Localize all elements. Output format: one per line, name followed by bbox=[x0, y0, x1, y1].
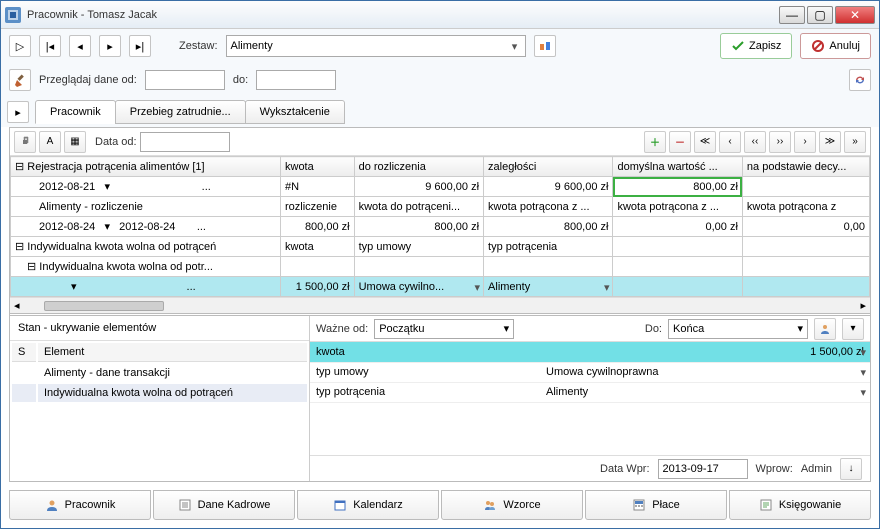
a-icon[interactable]: A bbox=[39, 131, 61, 153]
wprow-value: Admin bbox=[801, 463, 832, 475]
page-end-icon[interactable]: » bbox=[844, 131, 866, 153]
prop-row[interactable]: kwota 1 500,00 zł▾ bbox=[310, 342, 870, 362]
btab-danekadrowe[interactable]: Dane Kadrowe bbox=[153, 490, 295, 520]
dropdown-icon: ▾ bbox=[507, 40, 523, 53]
user-icon[interactable] bbox=[814, 318, 836, 340]
page-last-icon[interactable]: ≫ bbox=[819, 131, 841, 153]
page-next2-icon[interactable]: ›› bbox=[769, 131, 791, 153]
data-grid[interactable]: ⊟ Rejestracja potrącenia alimentów [1] k… bbox=[10, 156, 870, 297]
nav-first-icon[interactable]: |◂ bbox=[39, 35, 61, 57]
zestaw-label: Zestaw: bbox=[179, 40, 218, 52]
btab-kalendarz[interactable]: Kalendarz bbox=[297, 490, 439, 520]
arrow-down-icon[interactable]: ▾ bbox=[842, 318, 864, 340]
left-header: Stan - ukrywanie elementów bbox=[10, 316, 309, 341]
tab-scroll-icon[interactable]: ▸ bbox=[7, 101, 29, 123]
left-pane: Stan - ukrywanie elementów SElement Alim… bbox=[10, 316, 310, 481]
page-next-icon[interactable]: › bbox=[794, 131, 816, 153]
refresh-icon[interactable] bbox=[849, 69, 871, 91]
wprow-label: Wprow: bbox=[756, 463, 793, 475]
col-rozliczenia[interactable]: do rozliczenia bbox=[354, 157, 483, 177]
validity-bar: Ważne od: Początku▾ Do: Końca▾ ▾ bbox=[310, 316, 870, 342]
data-od-input[interactable] bbox=[140, 132, 230, 152]
details-pane: Stan - ukrywanie elementów SElement Alim… bbox=[10, 313, 870, 481]
app-icon bbox=[5, 7, 21, 23]
browse-to-label: do: bbox=[233, 74, 248, 86]
date-from-input[interactable] bbox=[145, 70, 225, 90]
remove-icon[interactable]: － bbox=[669, 131, 691, 153]
col-tree: ⊟ Rejestracja potrącenia alimentów [1] bbox=[11, 157, 281, 177]
edit-icon[interactable] bbox=[9, 69, 31, 91]
page-prev2-icon[interactable]: ‹‹ bbox=[744, 131, 766, 153]
titlebar: Pracownik - Tomasz Jacak — ▢ ✕ bbox=[1, 1, 879, 29]
element-list[interactable]: SElement Alimenty - dane transakcji Indy… bbox=[10, 341, 309, 404]
table-row[interactable]: Alimenty - rozliczenie rozliczenie kwota… bbox=[11, 197, 870, 217]
do-label: Do: bbox=[645, 323, 662, 335]
table-row[interactable]: 2012-08-21 ▾ ... #N 9 600,00 zł 9 600,00… bbox=[11, 177, 870, 197]
property-table: kwota 1 500,00 zł▾ typ umowy Umowa cywil… bbox=[310, 342, 870, 403]
prop-row[interactable]: typ potrącenia Alimenty▾ bbox=[310, 382, 870, 402]
save-button[interactable]: Zapisz bbox=[720, 33, 792, 59]
table-row[interactable]: ⊟ Indywidualna kwota wolna od potr... bbox=[11, 257, 870, 277]
table-row[interactable]: 2012-08-24 ▾ 2012-08-24 ... 800,00 zł 80… bbox=[11, 217, 870, 237]
maximize-button[interactable]: ▢ bbox=[807, 6, 833, 24]
zestaw-edit-icon[interactable] bbox=[534, 35, 556, 57]
date-to-input[interactable] bbox=[256, 70, 336, 90]
list-item[interactable]: Indywidualna kwota wolna od potrąceń bbox=[12, 384, 307, 402]
window: Pracownik - Tomasz Jacak — ▢ ✕ ▷ |◂ ◂ ▸ … bbox=[0, 0, 880, 529]
tab-przebieg[interactable]: Przebieg zatrudnie... bbox=[115, 100, 246, 124]
zestaw-select[interactable]: Alimenty ▾ bbox=[226, 35, 526, 57]
browse-label: Przeglądaj dane od: bbox=[39, 74, 137, 86]
nav-prev-icon[interactable]: ◂ bbox=[69, 35, 91, 57]
btab-wzorce[interactable]: Wzorce bbox=[441, 490, 583, 520]
do-select[interactable]: Końca▾ bbox=[668, 319, 808, 339]
nav-next-icon[interactable]: ▸ bbox=[99, 35, 121, 57]
data-od-label: Data od: bbox=[95, 136, 137, 148]
btab-ksiegowanie[interactable]: Księgowanie bbox=[729, 490, 871, 520]
zestaw-value: Alimenty bbox=[231, 40, 273, 52]
col-domyslna[interactable]: domyślna wartość ... bbox=[613, 157, 742, 177]
prop-row[interactable]: typ umowy Umowa cywilnoprawna▾ bbox=[310, 362, 870, 382]
btab-pracownik[interactable]: Pracownik bbox=[9, 490, 151, 520]
grid-icon[interactable]: ▦ bbox=[64, 131, 86, 153]
col-zaleglosci[interactable]: zaległości bbox=[484, 157, 613, 177]
minimize-button[interactable]: — bbox=[779, 6, 805, 24]
window-buttons: — ▢ ✕ bbox=[779, 6, 875, 24]
nav-last-icon[interactable]: ▸| bbox=[129, 35, 151, 57]
toolbar-2: Przeglądaj dane od: do: bbox=[1, 63, 879, 97]
toolbar-1: ▷ |◂ ◂ ▸ ▸| Zestaw: Alimenty ▾ Zapisz An… bbox=[1, 29, 879, 63]
table-row-selected[interactable]: ▾ ... 1 500,00 zł Umowa cywilno... Alime… bbox=[11, 277, 870, 297]
close-button[interactable]: ✕ bbox=[835, 6, 875, 24]
data-wpr-label: Data Wpr: bbox=[600, 463, 650, 475]
tab-wyksztalcenie[interactable]: Wykształcenie bbox=[245, 100, 345, 124]
mini-toolbar: A ▦ Data od: ＋ － ≪ ‹ ‹‹ ›› › ≫ » bbox=[10, 128, 870, 156]
tab-pracownik[interactable]: Pracownik bbox=[35, 100, 116, 124]
data-wpr-input[interactable] bbox=[658, 459, 748, 479]
down-arrow-icon[interactable]: ↓ bbox=[840, 458, 862, 480]
add-icon[interactable]: ＋ bbox=[644, 131, 666, 153]
wazne-od-select[interactable]: Początku▾ bbox=[374, 319, 514, 339]
col-kwota[interactable]: kwota bbox=[281, 157, 355, 177]
cancel-button[interactable]: Anuluj bbox=[800, 33, 871, 59]
horizontal-scrollbar[interactable]: ◂▸ bbox=[10, 297, 870, 313]
window-title: Pracownik - Tomasz Jacak bbox=[27, 9, 779, 21]
wazne-od-label: Ważne od: bbox=[316, 323, 368, 335]
footer: Data Wpr: Wprow: Admin ↓ bbox=[310, 455, 870, 481]
table-row[interactable]: ⊟ Indywidualna kwota wolna od potrąceń k… bbox=[11, 237, 870, 257]
btab-place[interactable]: Płace bbox=[585, 490, 727, 520]
nav-play-icon[interactable]: ▷ bbox=[9, 35, 31, 57]
main-tabs: ▸ Pracownik Przebieg zatrudnie... Wykszt… bbox=[1, 97, 879, 127]
bottom-tabs: Pracownik Dane Kadrowe Kalendarz Wzorce … bbox=[9, 490, 871, 520]
settings-icon[interactable] bbox=[14, 131, 36, 153]
page-prev-icon[interactable]: ‹ bbox=[719, 131, 741, 153]
page-first-icon[interactable]: ≪ bbox=[694, 131, 716, 153]
col-podstawie[interactable]: na podstawie decy... bbox=[742, 157, 869, 177]
list-item[interactable]: Alimenty - dane transakcji bbox=[12, 364, 307, 382]
right-pane: Ważne od: Początku▾ Do: Końca▾ ▾ kwo bbox=[310, 316, 870, 481]
content-pane: A ▦ Data od: ＋ － ≪ ‹ ‹‹ ›› › ≫ » ⊟ Rejes… bbox=[9, 127, 871, 482]
